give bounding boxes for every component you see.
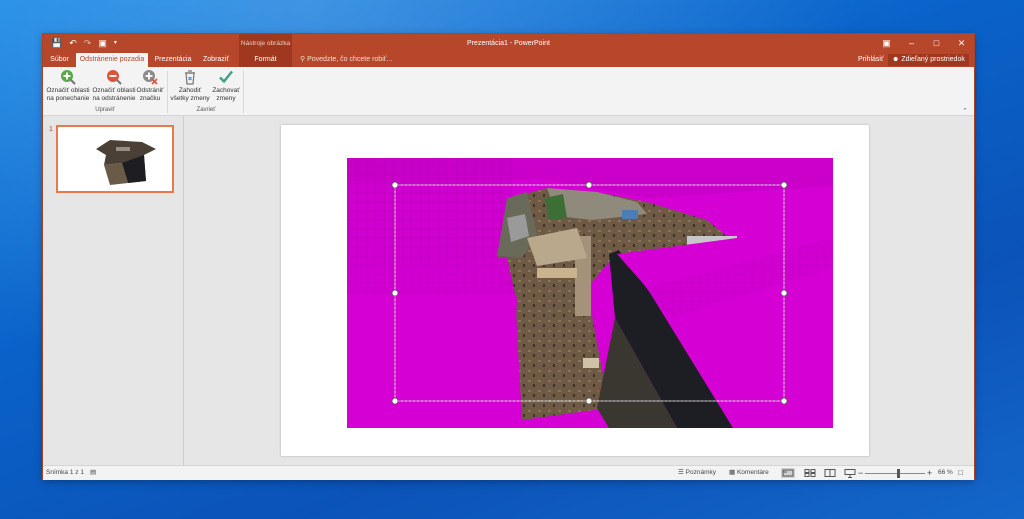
mark-areas-to-keep-button[interactable]: Označiť oblasti na ponechanie xyxy=(45,69,91,103)
zoom-in-button[interactable]: + xyxy=(927,466,932,480)
powerpoint-window: 💾 ↶ ↷ ▣ ▾ Nástroje obrázka Prezentácia1 … xyxy=(43,34,974,480)
group-separator xyxy=(243,71,244,113)
remove-line2: na odstránenie xyxy=(92,95,136,102)
group-label-edit: Upraviť xyxy=(95,107,115,113)
mark-areas-to-remove-button[interactable]: Označiť oblasti na odstránenie xyxy=(91,69,137,103)
plus-pencil-icon xyxy=(61,70,76,85)
close-icon[interactable]: ✕ xyxy=(949,34,974,53)
tell-me-search[interactable]: ⚲ Povedzte, čo chcete robiť... xyxy=(300,53,392,67)
save-icon[interactable]: 💾 xyxy=(51,37,62,49)
zoom-slider[interactable] xyxy=(865,473,925,474)
share-label: Zdieľaný prostriedok xyxy=(901,56,965,63)
redo-icon[interactable]: ↷ xyxy=(84,37,92,49)
slide-editing-canvas xyxy=(184,116,974,465)
delete-mark-button[interactable]: Odstrániť značku xyxy=(135,69,165,103)
title-bar: 💾 ↶ ↷ ▣ ▾ Nástroje obrázka Prezentácia1 … xyxy=(43,34,974,53)
keep-changes-line2: zmeny xyxy=(216,95,236,102)
slide[interactable] xyxy=(281,125,869,456)
keep-line2: na ponechanie xyxy=(46,95,90,102)
presentation-start-icon[interactable]: ▣ xyxy=(98,37,107,49)
zoom-level[interactable]: 66 % xyxy=(938,466,953,480)
background-removal-picture[interactable] xyxy=(347,158,833,428)
person-icon: ☻ xyxy=(892,56,900,63)
status-bar: Snímka 1 z 1 ▤ ☰ Poznámky ▩ Komentáre − … xyxy=(43,465,974,480)
minimize-icon[interactable]: – xyxy=(899,34,924,53)
slide-number: 1 xyxy=(49,126,53,133)
minus-pencil-icon xyxy=(107,70,122,85)
tell-me-text: Povedzte, čo chcete robiť... xyxy=(307,56,393,63)
fit-slide-icon[interactable]: □ xyxy=(958,466,963,480)
slide-thumbnail[interactable] xyxy=(56,125,174,193)
discard-icon xyxy=(185,70,195,85)
slide-sorter-icon[interactable] xyxy=(803,468,817,478)
notes-label: Poznámky xyxy=(685,469,716,476)
zoom-slider-thumb[interactable] xyxy=(896,469,900,478)
window-title: Prezentácia1 - PowerPoint xyxy=(467,40,550,47)
discard-line2: všetky zmeny xyxy=(170,95,210,102)
undo-icon[interactable]: ↶ xyxy=(69,37,77,49)
maximize-icon[interactable]: □ xyxy=(924,34,949,53)
reading-view-icon[interactable] xyxy=(823,468,837,478)
ribbon: Označiť oblasti na ponechanie Označiť ob… xyxy=(43,67,974,116)
tab-file[interactable]: Súbor xyxy=(43,53,76,67)
sign-in-link[interactable]: Prihlásiť xyxy=(858,53,884,67)
share-button[interactable]: ☻ Zdieľaný prostriedok xyxy=(888,54,969,66)
tab-format[interactable]: Formát xyxy=(239,53,292,67)
ribbon-tabs: Súbor Odstránenie pozadia Prezentácia Zo… xyxy=(43,53,974,67)
keep-changes-button[interactable]: Zachovať zmeny xyxy=(209,69,243,103)
zoom-out-button[interactable]: − xyxy=(858,466,863,480)
delete-mark-line2: značku xyxy=(139,95,161,102)
slideshow-icon[interactable] xyxy=(843,468,857,478)
tab-view[interactable]: Zobraziť xyxy=(197,53,235,67)
ribbon-display-options-icon[interactable]: ▣ xyxy=(874,34,899,53)
thumbnail-image xyxy=(96,140,156,185)
keep-line1: Označiť oblasti xyxy=(46,87,90,94)
checkmark-icon xyxy=(219,70,233,84)
delete-mark-icon xyxy=(143,70,158,85)
comment-icon: ▩ xyxy=(729,469,736,476)
lightbulb-icon: ⚲ xyxy=(300,56,306,63)
notes-icon: ☰ xyxy=(678,469,684,476)
discard-all-changes-button[interactable]: Zahodiť všetky zmeny xyxy=(169,69,211,103)
remove-line1: Označiť oblasti xyxy=(92,87,136,94)
picture-tools-header: Nástroje obrázka xyxy=(239,34,292,53)
normal-view-icon[interactable] xyxy=(781,468,795,478)
collapse-ribbon-icon[interactable]: ⌃ xyxy=(962,107,968,115)
comments-label: Komentáre xyxy=(736,469,769,476)
window-controls: ▣ – □ ✕ xyxy=(874,34,974,53)
tab-slideshow[interactable]: Prezentácia xyxy=(150,53,196,67)
tab-background-removal[interactable]: Odstránenie pozadia xyxy=(76,53,148,67)
notes-button[interactable]: ☰ Poznámky xyxy=(678,466,716,480)
spelling-check-icon[interactable]: ▤ xyxy=(90,466,96,480)
quick-access-toolbar: 💾 ↶ ↷ ▣ ▾ xyxy=(51,37,117,49)
comments-button[interactable]: ▩ Komentáre xyxy=(729,466,769,480)
slide-thumbnail-pane: 1 xyxy=(43,116,184,465)
customize-qat-icon[interactable]: ▾ xyxy=(114,37,117,49)
slide-count: Snímka 1 z 1 xyxy=(46,469,84,476)
discard-line1: Zahodiť xyxy=(178,87,202,94)
delete-mark-line1: Odstrániť xyxy=(136,87,164,94)
keep-changes-line1: Zachovať xyxy=(212,87,240,94)
group-label-close: Zavrieť xyxy=(196,107,216,113)
group-separator xyxy=(167,71,168,113)
